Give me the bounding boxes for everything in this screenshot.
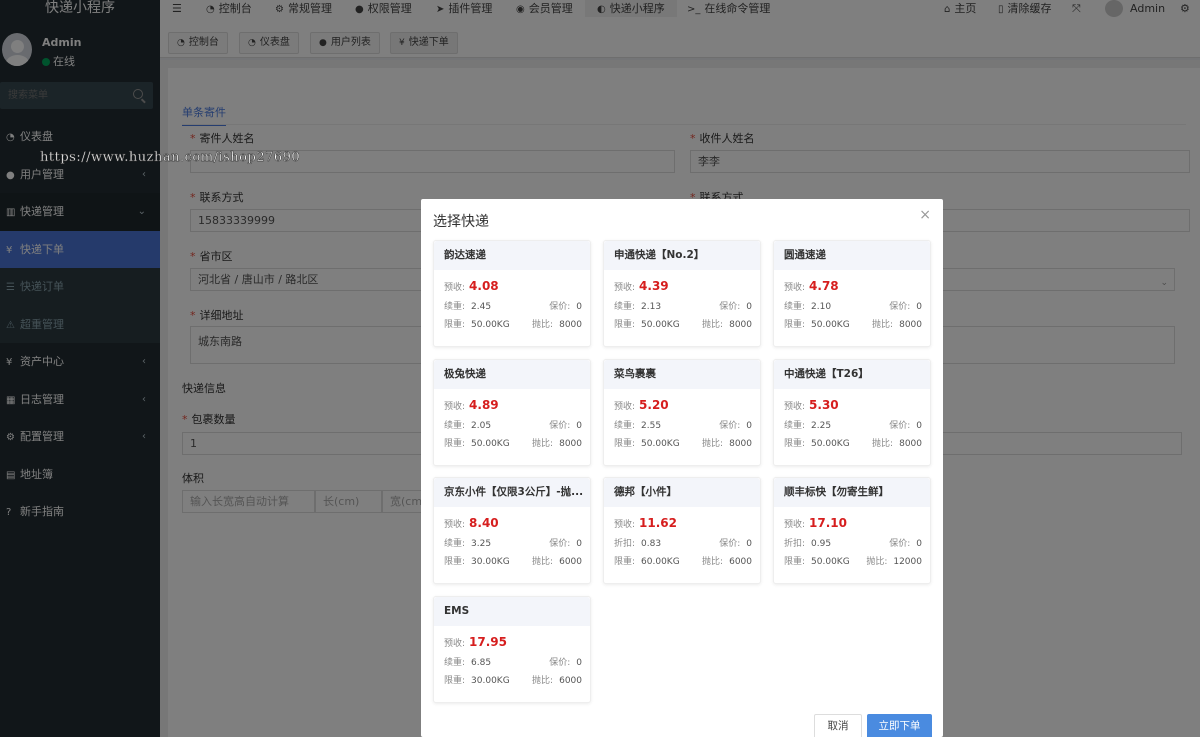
carrier-rate-row: 续重: 2.05 保价: 0 xyxy=(444,420,582,431)
carrier-limit-row: 限重: 30.00KG 抛比: 6000 xyxy=(444,675,582,686)
carrier-name: 圆通速递 xyxy=(774,241,930,270)
carrier-estimate-row: 预收: 4.78 xyxy=(784,279,839,293)
carrier-card[interactable]: 德邦【小件】预收: 11.62 折扣: 0.83 保价: 0 限重: 60.00KG 抛比: 60… xyxy=(603,477,761,584)
carrier-card[interactable]: 菜鸟裹裹预收: 5.20 续重: 2.55 保价: 0 限重: 50.00KG 抛比: 8000 xyxy=(603,358,761,466)
carrier-card[interactable]: EMS 预收: 17.95 续重: 6.85 保价: 0 限重: 30.00KG 抛比: 6000 xyxy=(433,595,591,703)
carrier-estimate-row: 预收: 17.95 xyxy=(444,634,508,649)
carrier-estimate-row: 预收: 4.89 xyxy=(444,397,499,412)
carrier-estimate-row: 预收: 4.39 xyxy=(614,279,669,293)
carrier-limit-row: 限重: 30.00KG 抛比: 6000 xyxy=(444,557,582,567)
carrier-card[interactable]: 极兔快递预收: 4.89 续重: 2.05 保价: 0 限重: 50.00KG 抛比: 8000 xyxy=(433,358,591,466)
carrier-price: 5.30 xyxy=(809,397,839,412)
carrier-estimate-row: 预收: 11.62 xyxy=(614,516,678,530)
carrier-name: EMS xyxy=(434,596,590,626)
carrier-card[interactable]: 京东小件【仅限3公斤】-抛... 预收: 8.40 续重: 3.25 保价: 0 限重: 30.… xyxy=(433,477,591,584)
carrier-price: 11.62 xyxy=(639,516,678,530)
carrier-limit-row: 限重: 60.00KG 抛比: 6000 xyxy=(614,557,752,567)
carrier-card[interactable]: 中通快递【T26】预收: 5.30 续重: 2.25 保价: 0 限重: 50.00KG 抛比:… xyxy=(773,358,931,466)
carrier-estimate-row: 预收: 4.08 xyxy=(444,279,499,293)
carrier-price: 17.95 xyxy=(469,634,508,649)
carrier-rate-row: 折扣: 0.83 保价: 0 xyxy=(614,539,752,549)
carrier-rate-row: 续重: 2.13 保价: 0 xyxy=(614,302,752,312)
carrier-price: 4.39 xyxy=(639,279,669,293)
carrier-name: 申通快递【No.2】 xyxy=(604,241,760,270)
carrier-price: 17.10 xyxy=(809,516,848,530)
close-icon[interactable]: × xyxy=(919,207,931,223)
carrier-price: 4.89 xyxy=(469,397,499,412)
carrier-name: 极兔快递 xyxy=(434,359,590,389)
carrier-name: 顺丰标快【勿寄生鲜】 xyxy=(774,478,930,507)
carrier-rate-row: 续重: 3.25 保价: 0 xyxy=(444,539,582,549)
carrier-card[interactable]: 圆通速递预收: 4.78 续重: 2.10 保价: 0 限重: 50.00KG 抛比: 8000 xyxy=(773,240,931,347)
carrier-limit-row: 限重: 50.00KG 抛比: 8000 xyxy=(784,438,922,449)
carrier-limit-row: 限重: 50.00KG 抛比: 8000 xyxy=(444,438,582,449)
carrier-limit-row: 限重: 50.00KG 抛比: 8000 xyxy=(614,320,752,330)
watermark-text: https://www.huzhan.com/ishop27690 xyxy=(40,150,301,165)
carrier-limit-row: 限重: 50.00KG 抛比: 12000 xyxy=(784,557,922,567)
carrier-rate-row: 折扣: 0.95 保价: 0 xyxy=(784,539,922,549)
carrier-rate-row: 续重: 2.10 保价: 0 xyxy=(784,302,922,312)
carrier-rate-row: 续重: 2.45 保价: 0 xyxy=(444,302,582,312)
carrier-price: 8.40 xyxy=(469,516,499,530)
dialog-title: 选择快递 xyxy=(433,214,489,230)
carrier-name: 京东小件【仅限3公斤】-抛... xyxy=(434,478,590,507)
carrier-estimate-row: 预收: 5.20 xyxy=(614,397,669,412)
carrier-estimate-row: 预收: 8.40 xyxy=(444,516,499,530)
carrier-estimate-row: 预收: 17.10 xyxy=(784,516,848,530)
carrier-name: 菜鸟裹裹 xyxy=(604,359,760,389)
carrier-price: 4.08 xyxy=(469,279,499,293)
submit-order-button[interactable]: 立即下单 xyxy=(867,714,932,737)
carrier-price: 5.20 xyxy=(639,397,669,412)
carrier-estimate-row: 预收: 5.30 xyxy=(784,397,839,412)
carrier-card[interactable]: 顺丰标快【勿寄生鲜】预收: 17.10 折扣: 0.95 保价: 0 限重: 50.00KG 抛… xyxy=(773,477,931,584)
carrier-rate-row: 续重: 2.25 保价: 0 xyxy=(784,420,922,431)
carrier-card[interactable]: 韵达速递预收: 4.08 续重: 2.45 保价: 0 限重: 50.00KG 抛比: 8000 xyxy=(433,240,591,347)
carrier-limit-row: 限重: 50.00KG 抛比: 8000 xyxy=(784,320,922,330)
cancel-button[interactable]: 取消 xyxy=(814,714,862,737)
carrier-name: 韵达速递 xyxy=(434,241,590,270)
carrier-price: 4.78 xyxy=(809,279,839,293)
carrier-name: 德邦【小件】 xyxy=(604,478,760,507)
carrier-limit-row: 限重: 50.00KG 抛比: 8000 xyxy=(614,438,752,449)
carrier-name: 中通快递【T26】 xyxy=(774,359,930,389)
carrier-rate-row: 续重: 2.55 保价: 0 xyxy=(614,420,752,431)
carrier-limit-row: 限重: 50.00KG 抛比: 8000 xyxy=(444,320,582,330)
carrier-card[interactable]: 申通快递【No.2】预收: 4.39 续重: 2.13 保价: 0 限重: 50.00KG 抛比… xyxy=(603,240,761,347)
select-express-dialog: 选择快递 × 韵达速递预收: 4.08 续重: 2.45 保价: 0 限重: 50.00KG 抛… xyxy=(421,199,943,737)
carrier-rate-row: 续重: 6.85 保价: 0 xyxy=(444,657,582,668)
